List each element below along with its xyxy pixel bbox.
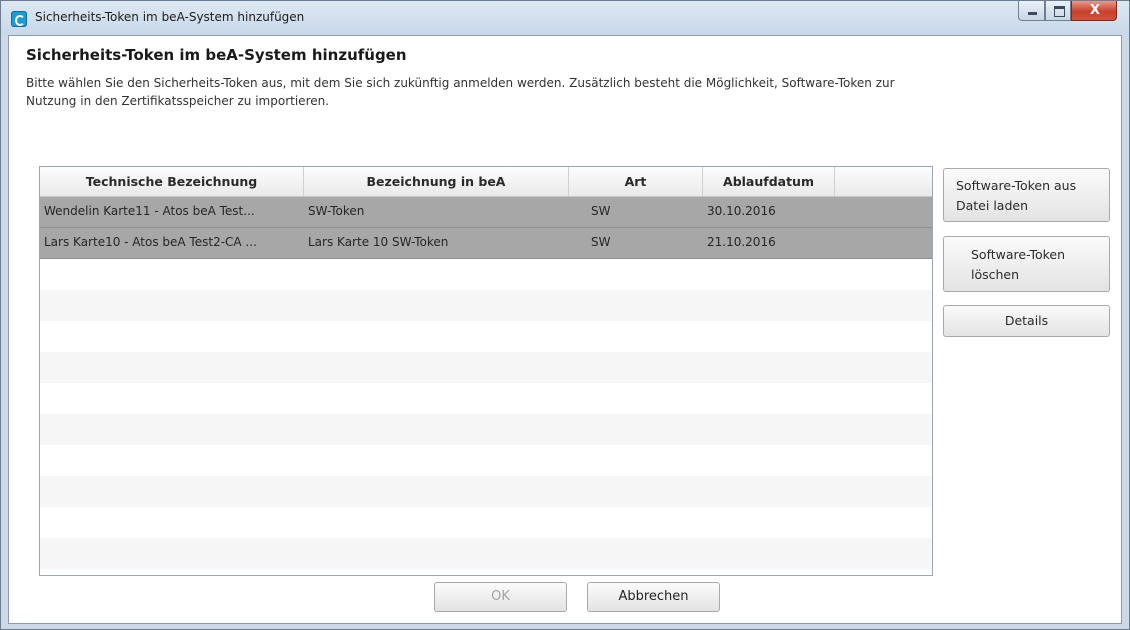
cell-ablaufdatum: 21.10.2016 xyxy=(707,235,776,249)
column-header-ablaufdatum[interactable]: Ablaufdatum xyxy=(703,167,835,196)
cell-ablaufdatum: 30.10.2016 xyxy=(707,204,776,218)
cell-technische-bezeichnung: Lars Karte10 - Atos beA Test2-CA ... xyxy=(44,235,257,249)
empty-row xyxy=(40,290,932,321)
details-button[interactable]: Details xyxy=(943,305,1110,337)
minimize-icon xyxy=(1028,12,1037,15)
empty-row xyxy=(40,476,932,507)
token-table: Technische Bezeichnung Bezeichnung in be… xyxy=(39,166,933,576)
dialog-window: Sicherheits-Token im beA-System hinzufüg… xyxy=(0,0,1130,630)
column-header-bezeichnung-in-bea[interactable]: Bezeichnung in beA xyxy=(304,167,569,196)
empty-row xyxy=(40,383,932,414)
cell-art: SW xyxy=(591,235,611,249)
empty-row xyxy=(40,414,932,445)
column-header-technische-bezeichnung[interactable]: Technische Bezeichnung xyxy=(40,167,304,196)
cell-bezeichnung-in-bea: SW-Token xyxy=(308,204,365,218)
table-body: Wendelin Karte11 - Atos beA Test... SW-T… xyxy=(40,197,932,569)
window-title: Sicherheits-Token im beA-System hinzufüg… xyxy=(35,10,305,24)
app-icon xyxy=(11,11,27,27)
table-row[interactable]: Wendelin Karte11 - Atos beA Test... SW-T… xyxy=(40,197,932,228)
empty-row xyxy=(40,321,932,352)
cell-technische-bezeichnung: Wendelin Karte11 - Atos beA Test... xyxy=(44,204,255,218)
table-row[interactable]: Lars Karte10 - Atos beA Test2-CA ... Lar… xyxy=(40,228,932,259)
close-button[interactable]: X xyxy=(1071,1,1117,21)
cancel-button[interactable]: Abbrechen xyxy=(587,582,720,612)
empty-row xyxy=(40,445,932,476)
ok-button[interactable]: OK xyxy=(434,582,567,612)
window-controls: X xyxy=(1018,1,1117,23)
maximize-icon xyxy=(1054,6,1065,17)
cell-bezeichnung-in-bea: Lars Karte 10 SW-Token xyxy=(308,235,449,249)
title-bar[interactable]: Sicherheits-Token im beA-System hinzufüg… xyxy=(1,1,1129,35)
empty-row xyxy=(40,507,932,538)
empty-row xyxy=(40,352,932,383)
load-software-token-button[interactable]: Software-Token aus Datei laden xyxy=(943,168,1110,222)
delete-software-token-button[interactable]: Software-Token löschen xyxy=(943,236,1110,292)
empty-row xyxy=(40,538,932,569)
minimize-button[interactable] xyxy=(1018,1,1045,21)
empty-row xyxy=(40,259,932,290)
close-icon: X xyxy=(1089,3,1101,18)
description-text: Bitte wählen Sie den Sicherheits-Token a… xyxy=(26,76,895,108)
cell-art: SW xyxy=(591,204,611,218)
page-heading: Sicherheits-Token im beA-System hinzufüg… xyxy=(26,46,407,64)
table-header: Technische Bezeichnung Bezeichnung in be… xyxy=(40,167,932,197)
maximize-button[interactable] xyxy=(1045,1,1071,21)
column-header-art[interactable]: Art xyxy=(569,167,703,196)
